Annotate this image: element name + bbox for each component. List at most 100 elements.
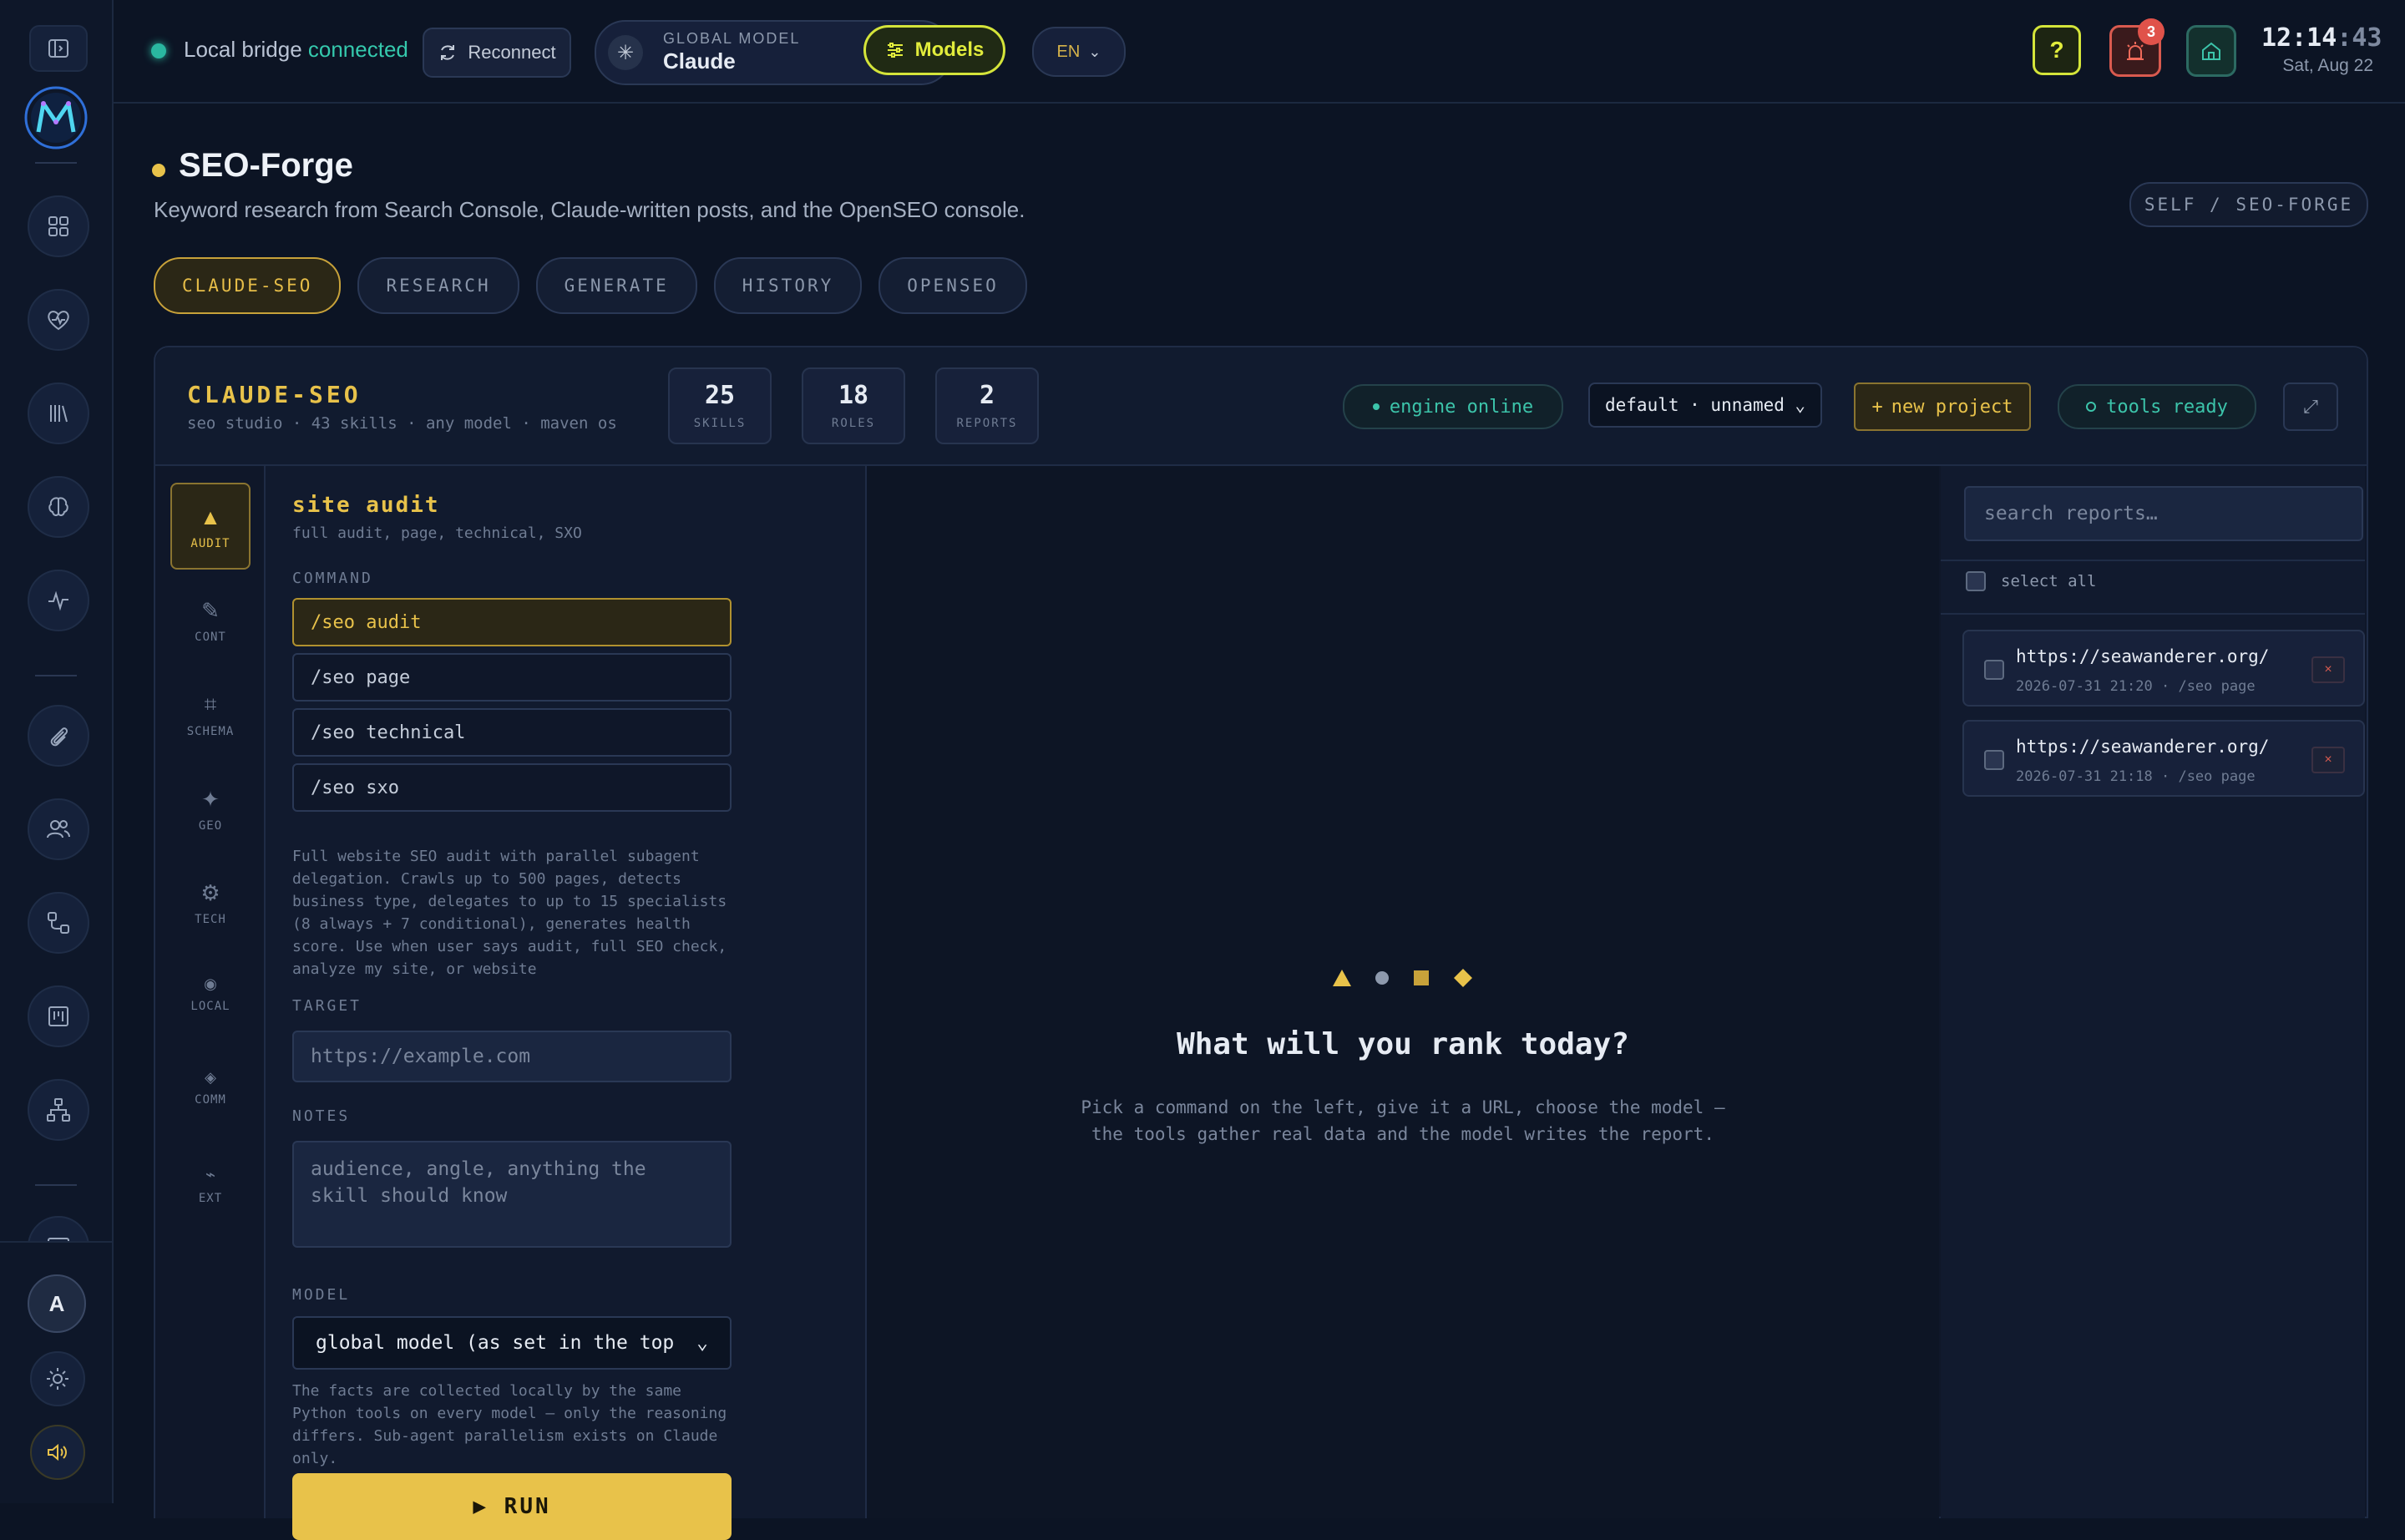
project-select-value: default · unnamed <box>1605 395 1785 415</box>
command-option[interactable]: /seo audit <box>292 598 732 646</box>
run-button[interactable]: ▶ RUN <box>292 1473 732 1540</box>
users-icon[interactable] <box>28 798 89 860</box>
hierarchy-icon[interactable] <box>28 1079 89 1141</box>
dashboard-icon[interactable] <box>28 195 89 257</box>
skill-nav-geo[interactable]: ✦ GEO <box>170 767 251 854</box>
select-all-row[interactable]: select all <box>1966 571 2096 591</box>
models-button[interactable]: Models <box>863 25 1005 75</box>
command-option[interactable]: /seo sxo <box>292 763 732 812</box>
expand-icon[interactable]: ⤢ <box>2283 382 2338 431</box>
delete-report-button[interactable]: × <box>2311 656 2345 683</box>
bridge-status: Local bridge connected <box>184 37 408 63</box>
report-meta: 2026-07-31 21:18 · /seo page <box>2016 768 2256 785</box>
link-icon: ⌁ <box>205 1166 216 1184</box>
rail-divider <box>35 162 77 164</box>
avatar[interactable]: A <box>28 1274 86 1333</box>
bridge-state: connected <box>307 37 408 62</box>
help-button[interactable]: ? <box>2033 25 2081 75</box>
notes-label: NOTES <box>292 1107 351 1125</box>
search-reports-input[interactable]: search reports… <box>1964 486 2363 541</box>
command-option[interactable]: /seo page <box>292 653 732 702</box>
tools-status-label: tools ready <box>2106 396 2228 418</box>
language-value: EN <box>1056 42 1081 61</box>
skill-subtitle: full audit, page, technical, SXO <box>292 524 582 542</box>
stat-label: ROLES <box>831 417 876 430</box>
skill-nav-label: TECH <box>195 913 226 926</box>
library-icon[interactable] <box>28 382 89 444</box>
tab-claude-seo[interactable]: CLAUDE-SEO <box>154 257 342 314</box>
skill-nav-tech[interactable]: ⚙ TECH <box>170 860 251 947</box>
command-option[interactable]: /seo technical <box>292 708 732 757</box>
stat-roles: 18 ROLES <box>802 367 905 444</box>
skill-nav-content[interactable]: ✎ CONT <box>170 578 251 665</box>
report-item[interactable]: https://seawanderer.org/ 2026-07-31 21:1… <box>1962 720 2365 797</box>
model-select-value: global model (as set in the top <box>316 1332 675 1354</box>
engine-status-badge: engine online <box>1343 384 1563 429</box>
skill-nav-label: SCHEMA <box>186 725 235 738</box>
refresh-icon <box>441 45 455 60</box>
triangle-icon <box>1333 970 1351 986</box>
sparkle-icon: ✳ <box>608 35 643 70</box>
volume-icon[interactable] <box>30 1425 85 1480</box>
sidebar-toggle-icon[interactable] <box>29 25 88 72</box>
report-checkbox[interactable] <box>1984 660 2004 680</box>
alert-count-badge: 3 <box>2138 18 2164 45</box>
home-icon[interactable] <box>2186 25 2236 77</box>
skill-nav-label: EXT <box>198 1192 223 1205</box>
star-icon: ✦ <box>201 787 220 812</box>
rail-divider <box>35 1184 77 1186</box>
select-all-checkbox[interactable] <box>1966 571 1986 591</box>
kanban-icon[interactable] <box>28 985 89 1047</box>
divider <box>1941 560 2365 561</box>
language-select[interactable]: EN ⌄ <box>1032 27 1126 77</box>
stat-value: 18 <box>838 381 869 410</box>
hash-icon: ⌗ <box>204 691 217 717</box>
report-viewer: What will you rank today? Pick a command… <box>867 466 1939 1518</box>
new-project-button[interactable]: + new project <box>1854 382 2031 431</box>
skill-nav-commerce[interactable]: ◈ COMM <box>170 1049 251 1136</box>
tab-history[interactable]: HISTORY <box>713 257 863 314</box>
skill-nav-external[interactable]: ⌁ EXT <box>170 1144 251 1231</box>
notes-textarea[interactable]: audience, angle, anything the skill shou… <box>292 1141 732 1248</box>
skill-description: Full website SEO audit with parallel sub… <box>292 848 727 978</box>
bridge-label: Local bridge <box>184 37 302 62</box>
empty-state-shapes <box>867 967 1939 989</box>
engine-status-label: engine online <box>1389 396 1534 418</box>
clock: 12:14:43 Sat, Aug 22 <box>2261 23 2382 76</box>
gear-icon[interactable] <box>30 1351 85 1406</box>
skill-nav-label: CONT <box>195 631 226 644</box>
reconnect-label: Reconnect <box>468 42 556 63</box>
reconnect-button[interactable]: Reconnect <box>423 28 571 78</box>
sliders-icon <box>887 43 903 58</box>
rail-footer: A <box>0 1241 112 1503</box>
target-url-input[interactable]: https://example.com <box>292 1031 732 1082</box>
workflow-icon[interactable] <box>28 892 89 954</box>
stat-reports: 2 REPORTS <box>935 367 1039 444</box>
tab-openseo[interactable]: OPENSEO <box>878 257 1027 314</box>
skill-nav-audit[interactable]: ▲ AUDIT <box>170 483 251 570</box>
empty-state-title: What will you rank today? <box>1177 1027 1629 1061</box>
tab-research[interactable]: RESEARCH <box>357 257 519 314</box>
report-meta: 2026-07-31 21:20 · /seo page <box>2016 678 2256 695</box>
rail-divider <box>35 675 77 676</box>
activity-icon[interactable] <box>28 570 89 631</box>
report-checkbox[interactable] <box>1984 750 2004 770</box>
skill-nav-local[interactable]: ◉ LOCAL <box>170 955 251 1042</box>
skill-nav-label: GEO <box>198 819 223 833</box>
stat-label: SKILLS <box>693 417 747 430</box>
select-all-label: select all <box>2001 572 2097 590</box>
project-select[interactable]: default · unnamed ⌄ <box>1588 382 1822 428</box>
tools-status-badge: tools ready <box>2058 384 2256 429</box>
skill-nav-schema[interactable]: ⌗ SCHEMA <box>170 671 251 758</box>
health-icon[interactable] <box>28 289 89 351</box>
left-rail: A <box>0 0 114 1503</box>
attachment-icon[interactable] <box>28 705 89 767</box>
brain-icon[interactable] <box>28 476 89 538</box>
model-select[interactable]: global model (as set in the top ⌄ <box>292 1316 732 1370</box>
tab-generate[interactable]: GENERATE <box>535 257 697 314</box>
delete-report-button[interactable]: × <box>2311 747 2345 773</box>
diamond-icon <box>1454 969 1472 987</box>
global-model-label: GLOBAL MODEL <box>663 30 801 47</box>
report-item[interactable]: https://seawanderer.org/ 2026-07-31 21:2… <box>1962 630 2365 707</box>
model-label: MODEL <box>292 1286 351 1304</box>
